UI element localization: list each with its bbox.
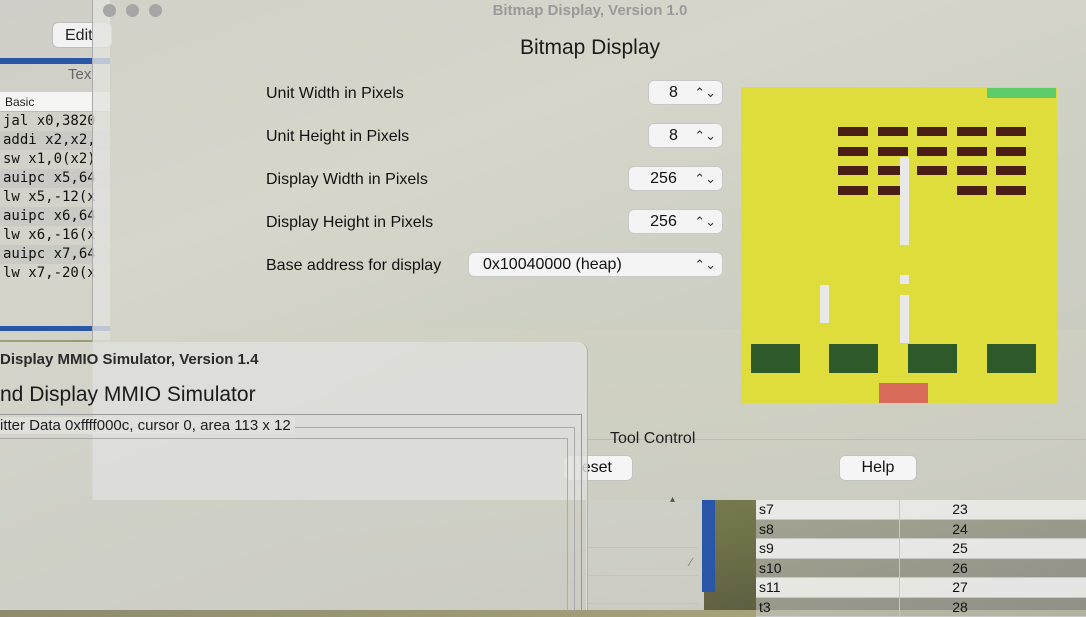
editor-tab[interactable]: Tex	[68, 66, 91, 83]
display-text-area[interactable]	[0, 438, 568, 611]
help-button[interactable]: Help	[839, 455, 917, 481]
brick	[878, 147, 908, 156]
mmio-heading: nd Display MMIO Simulator	[0, 383, 256, 407]
green-block	[908, 344, 957, 373]
green-block	[751, 344, 800, 373]
page-title: Bitmap Display	[93, 36, 1086, 60]
base-address-label: Base address for display	[266, 257, 441, 275]
unit-height-label: Unit Height in Pixels	[266, 128, 409, 146]
register-number: 25	[900, 539, 1020, 558]
unit-height-value: 8	[649, 124, 698, 147]
message-line	[586, 520, 698, 548]
brick	[838, 166, 868, 175]
display-height-value: 256	[629, 210, 698, 233]
brick	[878, 127, 908, 136]
bitmap-canvas	[741, 87, 1057, 403]
register-name: s10	[756, 559, 900, 578]
brick	[957, 166, 987, 175]
messages-lines	[586, 520, 698, 604]
register-name: s9	[756, 539, 900, 558]
light-column	[820, 285, 829, 323]
table-row[interactable]: s925	[756, 539, 1086, 559]
display-width-spinner[interactable]: 256 ⌃⌄	[628, 166, 723, 191]
up-down-arrows-icon: ⌃⌄	[694, 167, 716, 190]
message-line	[586, 548, 698, 576]
up-down-arrows-icon: ⌃⌄	[694, 124, 716, 147]
register-number: 23	[900, 500, 1020, 519]
message-line	[586, 576, 698, 604]
base-address-select[interactable]: 0x10040000 (heap) ⌃⌄	[468, 252, 723, 277]
mmio-simulator-window: Display MMIO Simulator, Version 1.4 nd D…	[0, 342, 588, 610]
resize-mark-icon: ▴	[670, 494, 675, 505]
window-title: Bitmap Display, Version 1.0	[93, 2, 1086, 19]
unit-width-spinner[interactable]: 8 ⌃⌄	[648, 80, 723, 105]
paddle	[879, 383, 928, 403]
table-row[interactable]: s1127	[756, 578, 1086, 598]
brick	[996, 166, 1026, 175]
display-width-value: 256	[629, 167, 698, 190]
table-row[interactable]: s723	[756, 500, 1086, 520]
brick	[838, 127, 868, 136]
register-table: s723 s824 s925 s1026 s1127 t328	[756, 500, 1086, 617]
display-group-label: itter Data 0xffff000c, cursor 0, area 11…	[0, 417, 295, 434]
table-row[interactable]: s1026	[756, 559, 1086, 579]
green-block	[829, 344, 878, 373]
display-height-label: Display Height in Pixels	[266, 214, 433, 232]
register-name: t3	[756, 598, 900, 617]
brick	[838, 147, 868, 156]
brick	[917, 127, 947, 136]
title-bar[interactable]: Bitmap Display, Version 1.0	[93, 0, 1086, 22]
scrollbar[interactable]	[702, 500, 715, 592]
mmio-window-title: Display MMIO Simulator, Version 1.4	[0, 351, 258, 368]
display-height-spinner[interactable]: 256 ⌃⌄	[628, 209, 723, 234]
up-down-arrows-icon: ⌃⌄	[694, 81, 716, 104]
brick	[917, 147, 947, 156]
unit-width-label: Unit Width in Pixels	[266, 85, 404, 103]
green-block	[987, 344, 1036, 373]
brick	[917, 166, 947, 175]
register-name: s8	[756, 520, 900, 539]
register-number: 24	[900, 520, 1020, 539]
unit-width-value: 8	[649, 81, 698, 104]
register-number: 28	[900, 598, 1020, 617]
table-row[interactable]: t328	[756, 598, 1086, 617]
brick	[957, 186, 987, 195]
light-column	[900, 295, 909, 343]
brick	[957, 147, 987, 156]
brick	[957, 127, 987, 136]
unit-height-spinner[interactable]: 8 ⌃⌄	[648, 123, 723, 148]
light-block	[900, 275, 909, 284]
tool-control-label: Tool Control	[610, 430, 695, 448]
brick	[996, 127, 1026, 136]
brick	[838, 186, 868, 195]
up-down-arrows-icon: ⌃⌄	[694, 253, 716, 276]
top-bar	[987, 88, 1056, 98]
register-name: s11	[756, 578, 900, 597]
brick	[996, 186, 1026, 195]
display-width-label: Display Width in Pixels	[266, 171, 428, 189]
table-row[interactable]: s824	[756, 520, 1086, 540]
register-number: 27	[900, 578, 1020, 597]
up-down-arrows-icon: ⌃⌄	[694, 210, 716, 233]
brick	[996, 147, 1026, 156]
register-number: 26	[900, 559, 1020, 578]
tool-control-group	[583, 439, 1086, 501]
resize-grip-icon[interactable]: ∕	[690, 555, 692, 569]
register-name: s7	[756, 500, 900, 519]
light-column	[900, 157, 909, 245]
base-address-value: 0x10040000 (heap)	[469, 253, 698, 276]
